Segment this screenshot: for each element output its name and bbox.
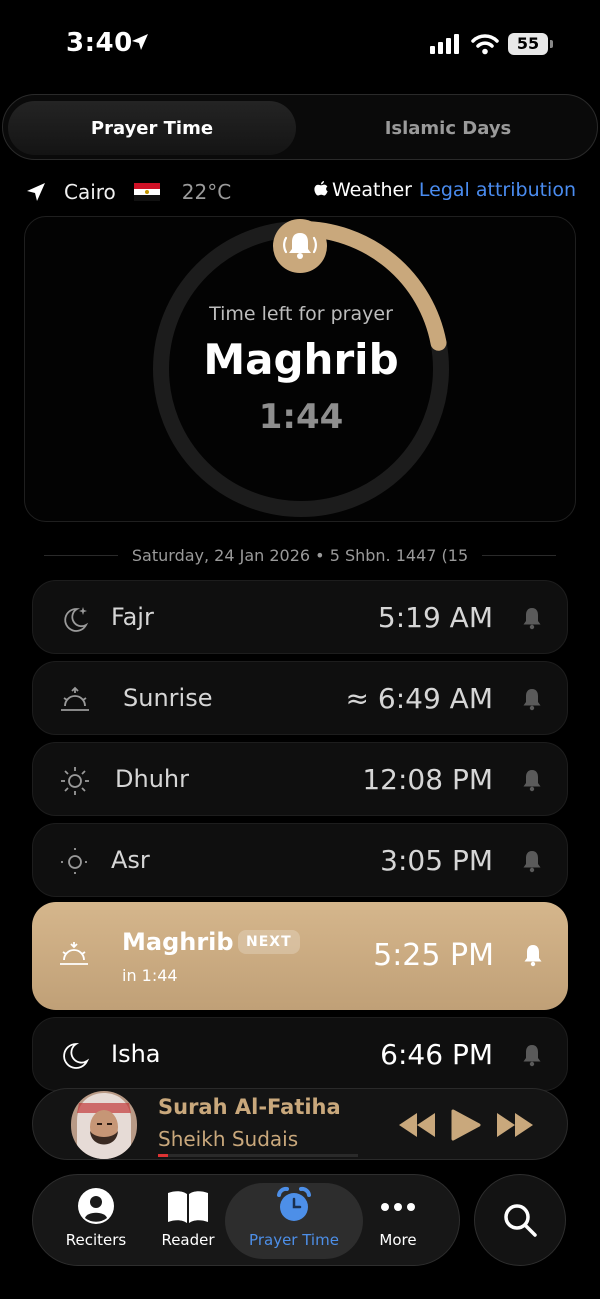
prayer-name: Isha xyxy=(111,1040,161,1068)
reciter-portrait-image xyxy=(71,1091,137,1159)
city-name[interactable]: Cairo xyxy=(64,180,116,204)
legal-attribution-link[interactable]: Legal attribution xyxy=(419,179,576,201)
person-circle-icon xyxy=(78,1188,114,1224)
prayer-row-isha[interactable]: Isha 6:46 PM xyxy=(32,1017,568,1091)
next-badge: NEXT xyxy=(238,930,300,954)
tab-label: Reciters xyxy=(65,1231,127,1249)
countdown-remaining: 1:44 xyxy=(258,397,344,437)
bell-icon[interactable] xyxy=(519,1042,545,1068)
prayer-row-maghrib-next[interactable]: Maghrib NEXT in 1:44 5:25 PM xyxy=(32,902,568,1010)
sunset-icon xyxy=(60,942,88,965)
sunrise-icon xyxy=(61,686,89,711)
tab-islamic-days[interactable]: Islamic Days xyxy=(303,101,593,155)
battery-indicator: 55 xyxy=(508,33,553,55)
bell-icon[interactable] xyxy=(520,942,546,968)
prayer-name: Fajr xyxy=(111,603,154,631)
prayer-name: Sunrise xyxy=(123,684,213,712)
reciter-avatar xyxy=(71,1091,137,1159)
divider-line xyxy=(482,554,557,556)
moon-stars-icon xyxy=(64,607,89,632)
divider-line xyxy=(44,554,118,556)
date-divider: Saturday, 24 Jan 2026 • 5 Shbn. 1447 (15 xyxy=(44,543,557,567)
ellipsis-icon xyxy=(381,1203,415,1211)
prayer-time: 3:05 PM xyxy=(380,844,493,877)
status-bar: 3:40 55 xyxy=(0,0,600,90)
tab-label: Reader xyxy=(161,1231,215,1249)
tab-more[interactable]: More xyxy=(339,1183,457,1259)
bell-ringing-icon xyxy=(283,233,317,259)
prayer-time: 6:46 PM xyxy=(380,1038,493,1071)
mini-player[interactable]: Surah Al-Fatiha Sheikh Sudais xyxy=(32,1088,568,1160)
bell-icon[interactable] xyxy=(519,767,545,793)
apple-weather-label: Weather xyxy=(314,179,412,201)
location-arrow-icon[interactable] xyxy=(24,180,48,204)
prayer-name: Maghrib xyxy=(122,928,234,956)
moon-icon xyxy=(63,1043,90,1069)
egypt-flag-icon xyxy=(133,183,160,201)
prayer-time: 5:25 PM xyxy=(373,938,494,973)
prayer-time: 5:19 AM xyxy=(377,601,493,634)
prayer-row-dhuhr[interactable]: Dhuhr 12:08 PM xyxy=(32,742,568,816)
track-title: Surah Al-Fatiha xyxy=(158,1095,341,1119)
location-services-icon xyxy=(132,34,148,50)
wifi-icon xyxy=(471,34,499,55)
prayer-row-sunrise[interactable]: Sunrise ≈ 6:49 AM xyxy=(32,661,568,735)
search-icon xyxy=(504,1204,537,1237)
prayer-row-fajr[interactable]: Fajr 5:19 AM xyxy=(32,580,568,654)
status-time: 3:40 xyxy=(66,28,133,58)
countdown-card: Time left for prayer Maghrib 1:44 xyxy=(24,216,576,522)
playback-progress[interactable] xyxy=(158,1154,358,1157)
prayer-name: Asr xyxy=(111,846,150,874)
fast-forward-icon[interactable] xyxy=(497,1113,533,1137)
prayer-time: 12:08 PM xyxy=(362,763,493,796)
bell-icon[interactable] xyxy=(519,686,545,712)
date-text: Saturday, 24 Jan 2026 • 5 Shbn. 1447 (15 xyxy=(131,545,469,565)
track-artist: Sheikh Sudais xyxy=(158,1127,299,1151)
tab-label: Prayer Time xyxy=(249,1231,339,1249)
prayer-row-asr[interactable]: Asr 3:05 PM xyxy=(32,823,568,897)
tab-label: More xyxy=(379,1231,417,1249)
next-countdown: in 1:44 xyxy=(122,966,178,985)
alarm-clock-icon xyxy=(277,1186,311,1221)
play-icon[interactable] xyxy=(451,1109,481,1141)
location-row: Cairo 22°C Weather Legal attribution xyxy=(24,176,580,208)
countdown-bell-button[interactable] xyxy=(273,219,327,273)
bell-icon[interactable] xyxy=(519,605,545,631)
prayer-name: Dhuhr xyxy=(115,765,189,793)
view-segmented-control: Prayer Time Islamic Days xyxy=(2,94,598,160)
tab-prayer-time[interactable]: Prayer Time xyxy=(8,101,296,155)
apple-logo-icon xyxy=(314,181,328,196)
book-icon xyxy=(168,1191,208,1223)
countdown-label: Time left for prayer xyxy=(209,303,393,325)
rewind-icon[interactable] xyxy=(399,1113,435,1137)
tab-bar: Reciters Reader Prayer Time More xyxy=(32,1174,460,1266)
cellular-signal-icon xyxy=(430,34,459,54)
temperature: 22°C xyxy=(181,180,232,204)
bell-icon[interactable] xyxy=(519,848,545,874)
search-button[interactable] xyxy=(474,1174,566,1266)
sun-icon xyxy=(61,767,89,795)
player-controls xyxy=(399,1109,539,1145)
prayer-time: ≈ 6:49 AM xyxy=(345,682,493,715)
sun-icon xyxy=(61,848,89,876)
countdown-prayer-name: Maghrib xyxy=(203,335,399,384)
weather-label: Weather xyxy=(332,179,412,201)
